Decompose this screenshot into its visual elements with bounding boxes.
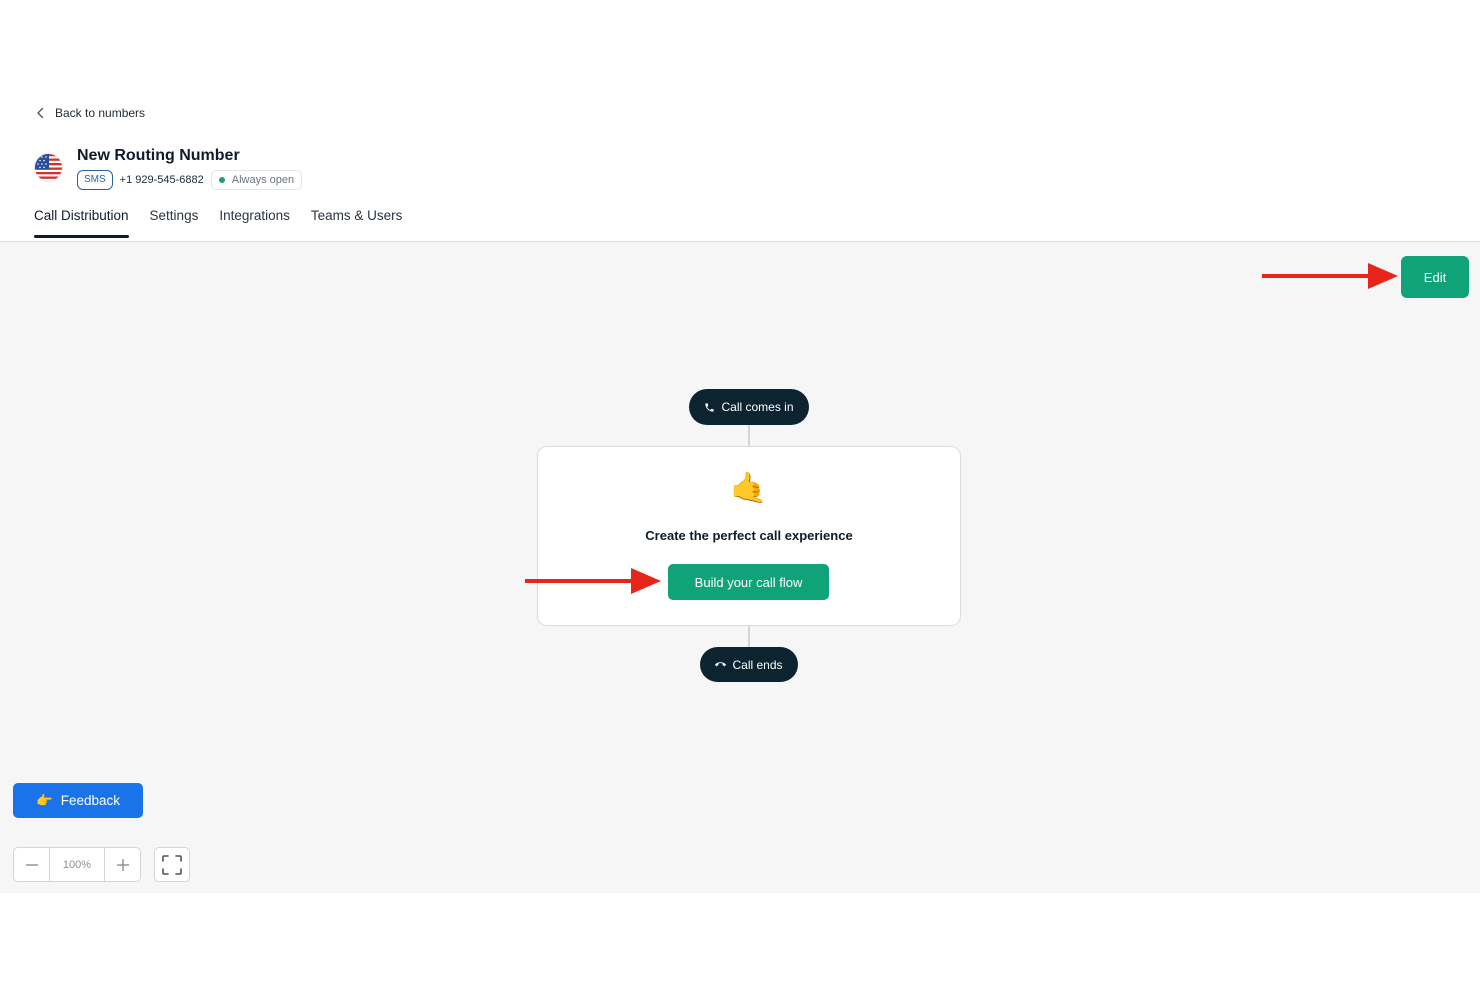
tab-call-distribution[interactable]: Call Distribution <box>34 208 129 238</box>
status-label: Always open <box>231 174 295 186</box>
feedback-button[interactable]: 👉 Feedback <box>13 783 143 818</box>
sms-badge: SMS <box>77 170 113 190</box>
feedback-label: Feedback <box>60 793 121 808</box>
zoom-controls: 100% <box>13 847 141 882</box>
us-flag-icon <box>34 153 63 182</box>
back-to-numbers-link[interactable]: Back to numbers <box>36 106 145 120</box>
annotation-arrow-icon <box>525 568 661 594</box>
minus-icon <box>25 863 38 866</box>
zoom-in-button[interactable] <box>105 848 140 881</box>
zoom-out-button[interactable] <box>14 848 49 881</box>
fullscreen-icon <box>162 854 182 875</box>
phone-icon <box>705 402 715 412</box>
back-link-label: Back to numbers <box>55 106 146 120</box>
flow-connector-bottom <box>748 626 750 647</box>
tab-settings[interactable]: Settings <box>150 208 199 237</box>
edit-button[interactable]: Edit <box>1401 256 1469 298</box>
tab-integrations[interactable]: Integrations <box>219 208 290 237</box>
flow-connector-top <box>748 424 750 446</box>
call-ends-label: Call ends <box>732 657 783 672</box>
tab-teams-users[interactable]: Teams & Users <box>311 208 403 237</box>
empty-flow-card: 🤙 Create the perfect call experience Bui… <box>537 446 961 626</box>
fit-view-button[interactable] <box>154 847 190 882</box>
zoom-level: 100% <box>49 848 105 881</box>
call-comes-in-node: Call comes in <box>689 389 809 425</box>
chevron-left-icon <box>37 107 44 119</box>
build-call-flow-button[interactable]: Build your call flow <box>668 564 829 600</box>
number-meta: SMS +1 929-545-6882 Always open <box>77 170 303 190</box>
call-comes-in-label: Call comes in <box>721 400 794 414</box>
pointing-hand-icon: 👉 <box>35 792 53 808</box>
page-title: New Routing Number <box>77 147 240 164</box>
annotation-arrow-icon <box>1262 263 1398 289</box>
status-dot-icon <box>218 177 225 183</box>
tab-bar: Call Distribution Settings Integrations … <box>34 208 403 238</box>
plus-icon <box>116 858 129 871</box>
call-ends-node: Call ends <box>700 647 798 682</box>
call-me-hand-icon: 🤙 <box>730 472 768 505</box>
status-badge: Always open <box>210 170 303 190</box>
hang-up-icon <box>715 662 727 667</box>
empty-flow-message: Create the perfect call experience <box>645 528 853 543</box>
phone-number: +1 929-545-6882 <box>119 174 204 186</box>
